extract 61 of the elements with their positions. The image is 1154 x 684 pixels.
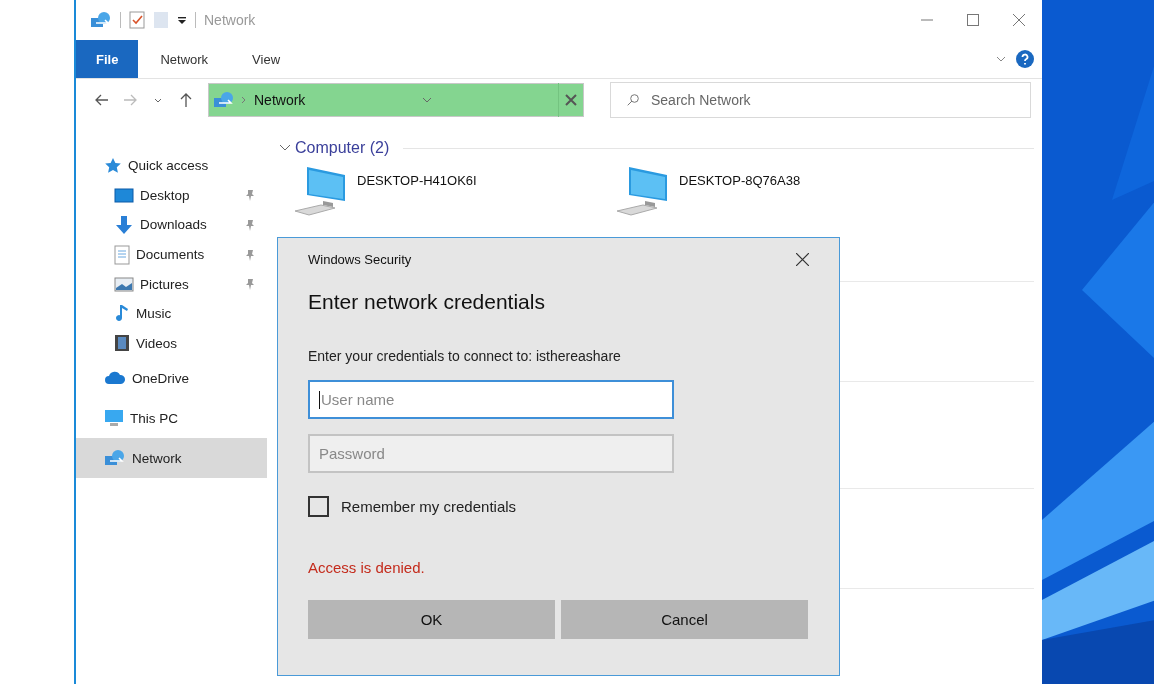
dialog-close-button[interactable] [796, 252, 809, 266]
dialog-caption: Windows Security [308, 251, 412, 267]
forward-arrow-icon [123, 94, 137, 106]
cloud-icon [104, 371, 126, 386]
nav-item[interactable]: Pictures [76, 269, 267, 299]
nav-item[interactable]: Network [76, 438, 267, 479]
nav-item[interactable]: Videos [76, 328, 267, 359]
nav-item[interactable]: This PC [76, 398, 267, 439]
computer-item[interactable]: DESKTOP-H41OK6I [293, 165, 615, 221]
pictures-icon [114, 276, 134, 293]
ribbon-tab[interactable]: View [230, 40, 303, 78]
error-message: Access is denied. [308, 559, 426, 576]
computer-item[interactable]: DESKTOP-8Q76A38 [615, 165, 937, 221]
breadcrumb-chevron-icon [241, 96, 246, 104]
back-arrow-icon [95, 94, 109, 106]
dialog-heading: Enter network credentials [308, 290, 546, 314]
computer-name: DESKTOP-8Q76A38 [679, 173, 801, 188]
nav-item[interactable]: Downloads [76, 210, 267, 240]
dropdown-icon [177, 15, 187, 25]
monitor-icon [104, 409, 124, 428]
properties-icon [129, 11, 145, 29]
ribbon-tab[interactable]: Network [138, 40, 231, 78]
checkbox-label: Remember my credentials [341, 498, 517, 515]
computer-name: DESKTOP-H41OK6I [357, 173, 477, 188]
close-icon [565, 94, 577, 106]
address-bar[interactable]: Network [208, 83, 584, 117]
search-icon [627, 94, 639, 106]
chevron-down-icon [154, 97, 162, 103]
document-icon [114, 244, 130, 265]
desktop-icon [114, 187, 134, 204]
help-icon [1016, 50, 1034, 68]
window-title: Network [204, 12, 256, 28]
up-arrow-icon [180, 93, 192, 107]
dialog-message: Enter your credentials to connect to: isthereashare [308, 348, 622, 364]
close-icon [796, 252, 809, 266]
chevron-down-icon [279, 144, 291, 152]
dialog-button[interactable]: OK [308, 600, 555, 639]
nav-item[interactable]: OneDrive [76, 358, 267, 399]
network-icon [104, 449, 126, 468]
address-text: Network [254, 92, 306, 108]
checkbox[interactable] [308, 496, 329, 517]
nav-item[interactable]: Documents [76, 239, 267, 270]
search-field[interactable]: Search Network [610, 82, 1031, 118]
group-header[interactable]: Computer (2) [279, 139, 1034, 157]
close-icon [1013, 14, 1025, 26]
new-folder-icon [153, 11, 169, 29]
network-icon [213, 91, 235, 109]
nav-item[interactable]: Quick access [76, 151, 267, 181]
maximize-icon [967, 14, 979, 26]
ribbon-tab[interactable]: File [76, 40, 139, 78]
nav-item[interactable]: Desktop [76, 180, 267, 211]
music-note-icon [114, 303, 130, 324]
input-field[interactable]: User name [308, 380, 674, 419]
chevron-down-icon [421, 97, 432, 103]
download-arrow-icon [114, 215, 134, 235]
chevron-down-icon [996, 56, 1006, 62]
nav-item[interactable]: Music [76, 298, 267, 329]
dialog-button[interactable]: Cancel [561, 600, 808, 639]
network-icon [90, 11, 112, 29]
star-icon [104, 156, 122, 175]
film-icon [114, 334, 130, 353]
